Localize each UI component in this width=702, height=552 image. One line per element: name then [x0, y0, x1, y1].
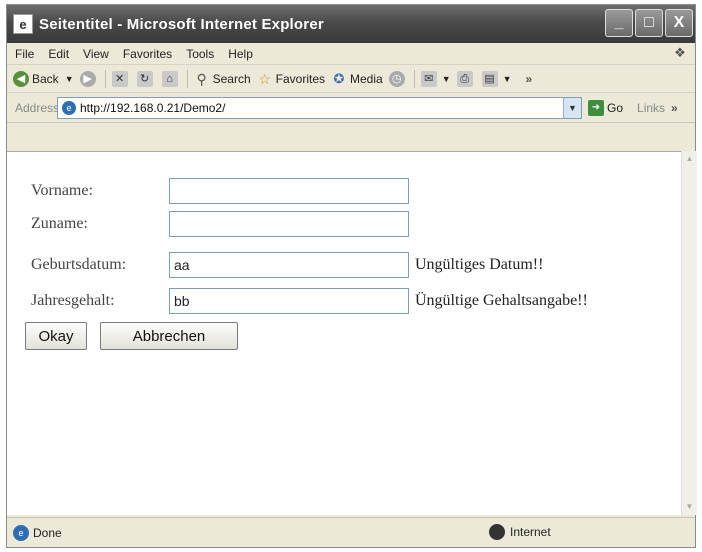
form-row-jahresgehalt: Jahresgehalt: Üngültige Gehaltsangabe!!	[31, 288, 588, 314]
zuname-input[interactable]	[169, 211, 409, 237]
mail-dropdown-icon[interactable]: ▼	[442, 74, 451, 84]
toolbar-separator	[186, 69, 188, 88]
form-row-zuname: Zuname:	[31, 211, 409, 237]
edit-dropdown-icon[interactable]: ▼	[503, 74, 512, 84]
abbrechen-button[interactable]: Abbrechen	[100, 322, 238, 350]
page-favicon-icon: e	[62, 100, 76, 115]
address-label: Address	[15, 100, 60, 115]
home-button[interactable]: ⌂	[161, 70, 181, 87]
print-button[interactable]: ⎙	[456, 70, 476, 87]
search-icon: ⚲	[196, 70, 207, 87]
address-bar: Address e http://192.168.0.21/Demo2/ ▼ ➜…	[7, 93, 695, 123]
favorites-button[interactable]: ☆ Favorites	[257, 71, 325, 87]
title-bar[interactable]: e Seitentitel - Microsoft Internet Explo…	[7, 5, 695, 43]
ie-app-icon: e	[13, 14, 33, 34]
jahresgehalt-label: Jahresgehalt:	[31, 292, 115, 309]
window-title: Seitentitel - Microsoft Internet Explore…	[39, 15, 324, 33]
jahresgehalt-error: Üngültige Gehaltsangabe!!	[415, 292, 588, 309]
address-dropdown-icon[interactable]: ▼	[563, 97, 581, 118]
menu-tools[interactable]: Tools	[186, 47, 214, 61]
page-status-icon: e	[13, 524, 29, 541]
media-icon: ✪	[333, 70, 345, 86]
favorites-star-icon: ☆	[258, 70, 271, 87]
go-label: Go	[607, 100, 624, 115]
menu-help[interactable]: Help	[228, 47, 253, 61]
media-button[interactable]: ✪ Media	[331, 71, 383, 87]
media-label: Media	[350, 71, 383, 86]
links-label[interactable]: Links	[637, 101, 665, 115]
print-icon: ⎙	[456, 70, 473, 87]
internet-globe-icon	[489, 524, 505, 540]
address-url[interactable]: http://192.168.0.21/Demo2/	[80, 101, 225, 115]
menu-edit[interactable]: Edit	[48, 47, 69, 61]
favorites-label: Favorites	[275, 71, 325, 86]
search-label: Search	[212, 71, 251, 86]
maximize-button[interactable]: □	[635, 9, 663, 37]
mail-icon: ✉	[420, 70, 437, 87]
menu-view[interactable]: View	[83, 47, 109, 61]
form-row-vorname: Vorname:	[31, 178, 409, 204]
scroll-up-icon[interactable]: ▲	[682, 151, 697, 167]
zuname-label: Zuname:	[31, 215, 88, 232]
search-button[interactable]: ⚲ Search	[194, 70, 251, 87]
history-button[interactable]: ◷	[388, 70, 408, 87]
menu-favorites[interactable]: Favorites	[123, 47, 172, 61]
back-button[interactable]: ◀ Back ▼	[13, 70, 74, 87]
stop-icon: ✕	[111, 70, 128, 87]
stop-button[interactable]: ✕	[111, 70, 131, 87]
scroll-down-icon[interactable]: ▼	[682, 499, 697, 515]
minimize-button[interactable]: _	[605, 9, 633, 37]
status-bar: e Done Internet	[7, 517, 695, 547]
geburtsdatum-error: Ungültiges Datum!!	[415, 256, 544, 273]
edit-page-button[interactable]: ▤ ▼	[481, 70, 512, 87]
history-icon: ◷	[388, 70, 405, 87]
menu-bar: File Edit View Favorites Tools Help ❖	[7, 43, 695, 65]
standard-toolbar: ◀ Back ▼ ▶ ✕ ↻ ⌂ ⚲ Search ☆ Favorites ✪ …	[7, 65, 695, 93]
mail-button[interactable]: ✉ ▼	[420, 70, 451, 87]
vorname-input[interactable]	[169, 178, 409, 204]
geburtsdatum-input[interactable]	[169, 252, 409, 278]
address-input[interactable]: e http://192.168.0.21/Demo2/ ▼	[57, 96, 582, 119]
close-button[interactable]: X	[665, 9, 693, 37]
status-text: Done	[33, 525, 62, 540]
toolbar-separator	[413, 69, 415, 88]
browser-window: e Seitentitel - Microsoft Internet Explo…	[6, 4, 697, 548]
forward-button[interactable]: ▶	[79, 70, 99, 87]
go-arrow-icon: ➜	[588, 99, 604, 116]
back-icon: ◀	[13, 70, 29, 87]
refresh-button[interactable]: ↻	[136, 70, 156, 87]
back-label: Back	[32, 71, 59, 86]
okay-button[interactable]: Okay	[25, 322, 87, 350]
security-zone: Internet	[489, 524, 551, 540]
links-more-icon[interactable]: »	[671, 101, 678, 115]
page-icon: ▤	[481, 70, 498, 87]
refresh-icon: ↻	[136, 70, 153, 87]
windows-logo-icon: ❖	[674, 45, 686, 60]
home-icon: ⌂	[161, 70, 178, 87]
go-button[interactable]: ➜ Go	[588, 99, 624, 116]
form-row-geburtsdatum: Geburtsdatum: Ungültiges Datum!!	[31, 252, 543, 278]
zone-label: Internet	[510, 525, 551, 539]
toolbar-separator	[104, 69, 106, 88]
geburtsdatum-label: Geburtsdatum:	[31, 256, 127, 273]
forward-icon: ▶	[79, 70, 96, 87]
page-content: Vorname: Zuname: Geburtsdatum: Ungültige…	[7, 151, 681, 515]
vorname-label: Vorname:	[31, 182, 93, 199]
jahresgehalt-input[interactable]	[169, 288, 409, 314]
window-controls: _ □ X	[605, 9, 693, 37]
menu-file[interactable]: File	[15, 47, 34, 61]
vertical-scrollbar[interactable]: ▲ ▼	[681, 151, 697, 515]
back-dropdown-icon[interactable]: ▼	[65, 74, 74, 84]
toolbar-more-icon[interactable]: »	[526, 72, 533, 86]
